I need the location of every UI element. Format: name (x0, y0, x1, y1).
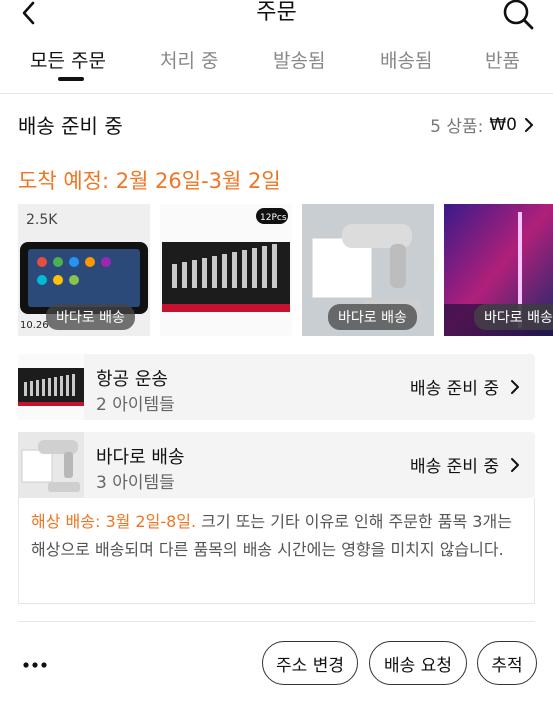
divider (18, 621, 535, 622)
tab-processing[interactable]: 처리 중 (160, 46, 218, 73)
product-thumb-floor-lamp[interactable]: 바다로 배송 (444, 204, 553, 336)
shipment-status-title: 배송 준비 중 (18, 114, 123, 138)
items-count: 5 상품: (430, 117, 484, 137)
group-status-label: 배송 준비 중 (409, 379, 499, 399)
top-bar: 주문 (0, 0, 553, 34)
group-item-count: 3 아이템들 (96, 473, 175, 493)
product-thumb-wrench-set[interactable]: 12Pcs (160, 204, 292, 336)
page-title: 주문 (256, 0, 297, 25)
group-thumb (18, 432, 84, 498)
chevron-right-icon (511, 457, 519, 472)
chevron-right-icon (525, 117, 533, 132)
product-thumb-vacuum[interactable]: 바다로 배송 (302, 204, 434, 336)
wrench-count-text: 12Pcs (260, 213, 287, 223)
sea-shipping-dates: 해상 배송: 3월 2일-8일. (31, 512, 197, 531)
track-button[interactable]: 추적 (477, 641, 537, 685)
order-summary-link[interactable]: 5 상품: ₩0 (430, 112, 535, 137)
product-thumbnails: 2.5K 10.26 바다로 배송 12Pcs 바다로 배송 바다로 배송 (18, 204, 553, 336)
shipping-badge: 바다로 배송 (46, 304, 135, 330)
tab-delivered[interactable]: 배송됨 (380, 46, 432, 73)
tab-all-orders[interactable]: 모든 주문 (30, 46, 106, 73)
display-resolution-text: 2.5K (26, 212, 58, 228)
tab-returns[interactable]: 반품 (485, 46, 520, 73)
arrival-estimate: 도착 예정: 2월 26일-3월 2일 (18, 169, 281, 193)
tab-shipped[interactable]: 발송됨 (273, 46, 325, 73)
group-title: 항공 운송 (96, 369, 168, 390)
group-title: 바다로 배송 (96, 447, 185, 468)
delivery-request-button[interactable]: 배송 요청 (369, 641, 467, 685)
order-price: ₩0 (489, 114, 517, 135)
product-thumb-car-display[interactable]: 2.5K 10.26 바다로 배송 (18, 204, 150, 336)
shipment-group-sea[interactable]: 바다로 배송 3 아이템들 배송 준비 중 (18, 432, 535, 498)
group-status-label: 배송 준비 중 (409, 457, 499, 477)
shipment-group-air[interactable]: 항공 운송 2 아이템들 배송 준비 중 (18, 354, 535, 420)
shipping-badge: 바다로 배송 (328, 304, 417, 330)
shipping-badge: 바다로 배송 (474, 304, 553, 330)
active-tab-indicator (58, 77, 84, 81)
order-tabs: 모든 주문 처리 중 발송됨 배송됨 반품 (0, 40, 553, 92)
more-options-icon[interactable] (22, 660, 48, 670)
group-status: 배송 준비 중 (410, 452, 521, 477)
group-item-count: 2 아이템들 (96, 395, 175, 415)
change-address-button[interactable]: 주소 변경 (262, 641, 358, 685)
chevron-right-icon (511, 379, 519, 394)
group-thumb (18, 354, 84, 420)
divider (0, 93, 553, 94)
search-icon[interactable] (501, 0, 535, 32)
sea-shipping-notice: 해상 배송: 3월 2일-8일. 크기 또는 기타 이유로 인해 주문한 품목 … (18, 498, 535, 604)
display-size-text: 10.26 (20, 320, 49, 331)
group-status: 배송 준비 중 (410, 374, 521, 399)
wrench-set-image: 12Pcs (160, 204, 292, 336)
